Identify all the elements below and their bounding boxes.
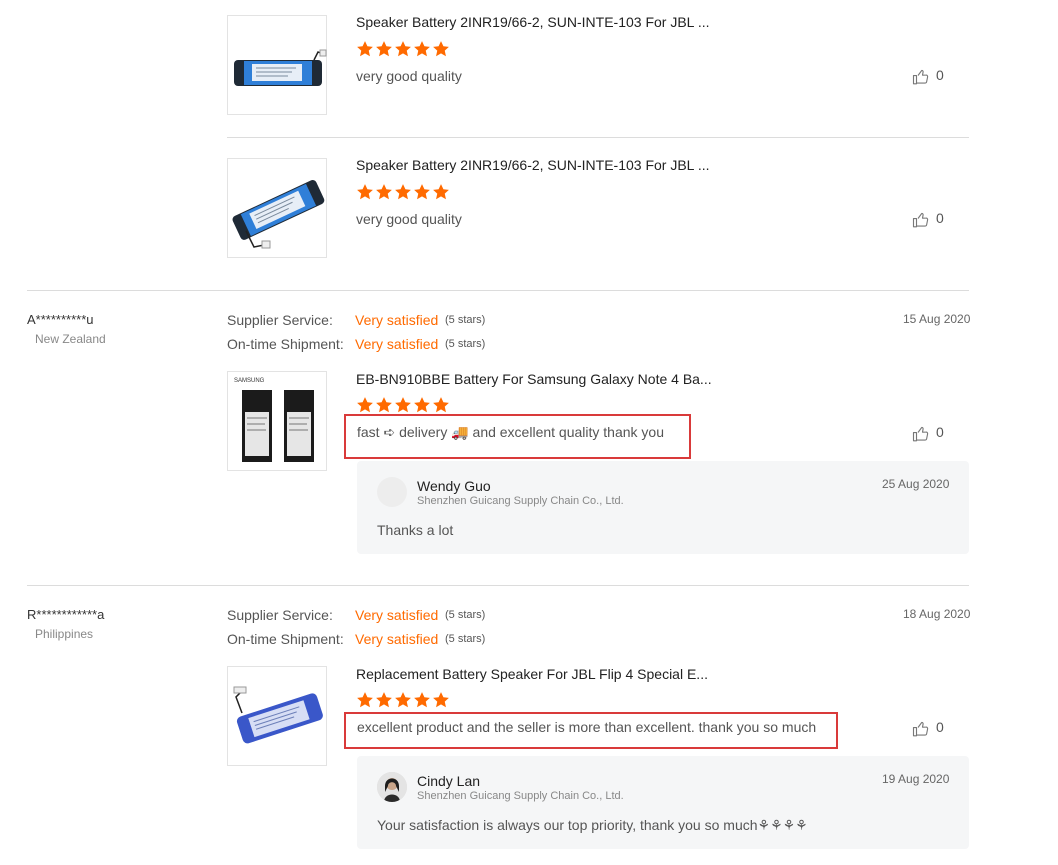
jbl-flip4-battery-image [233,686,323,744]
star-icon [356,183,374,201]
review-text: fast ➪ delivery 🚚 and excellent quality … [357,424,664,440]
star-icon [432,40,450,58]
reviewer-country: New Zealand [35,332,106,346]
reviewer-name: R************a [27,607,105,622]
product-thumbnail[interactable] [227,15,327,115]
like-button[interactable]: 0 [912,67,972,87]
star-icon [356,691,374,709]
shipment-stars: (5 stars) [445,338,486,350]
reviewer-country: Philippines [35,627,94,641]
svg-text:SAMSUNG: SAMSUNG [234,378,265,384]
reply-company: Shenzhen Guicang Supply Chain Co., Ltd. [417,495,624,507]
star-icon [356,396,374,414]
star-icon [432,691,450,709]
jbl-battery-image [234,49,327,86]
star-icon [394,396,412,414]
review-text: excellent product and the seller is more… [357,719,817,735]
product-title[interactable]: Speaker Battery 2INR19/66-2, SUN-INTE-10… [356,157,710,173]
shipment-label: On-time Shipment: [227,631,344,647]
divider [227,137,969,138]
star-icon [413,40,431,58]
samsung-battery-image: SAMSUNG [234,378,314,462]
product-thumbnail[interactable] [227,666,327,766]
reviewer-name: A**********u [27,312,94,327]
rating-stars [356,691,451,709]
star-icon [394,40,412,58]
reply-company: Shenzhen Guicang Supply Chain Co., Ltd. [417,790,624,802]
rating-stars [356,396,451,414]
product-thumbnail[interactable] [227,158,327,258]
like-button[interactable]: 0 [912,719,972,739]
like-count: 0 [936,424,944,440]
supplier-service-value: Very satisfied [355,312,439,328]
divider [27,585,969,586]
product-thumbnail[interactable]: SAMSUNG [227,371,327,471]
seller-reply: Cindy Lan Shenzhen Guicang Supply Chain … [357,756,969,849]
reply-author: Wendy Guo [417,478,491,494]
supplier-service-label: Supplier Service: [227,312,333,328]
review-text: very good quality [356,68,462,84]
thumbs-up-icon [912,426,929,442]
like-count: 0 [936,719,944,735]
review-date: 15 Aug 2020 [903,312,971,326]
seller-reply: Wendy Guo Shenzhen Guicang Supply Chain … [357,461,969,554]
supplier-service-stars: (5 stars) [445,314,486,326]
thumbs-up-icon [912,212,929,228]
jbl-battery-image [232,179,325,249]
avatar [377,772,407,802]
supplier-service-value: Very satisfied [355,607,439,623]
reply-text: Your satisfaction is always our top prio… [377,817,808,833]
shipment-value: Very satisfied [355,631,439,647]
divider [27,290,969,291]
thumbs-up-icon [912,721,929,737]
product-title[interactable]: Replacement Battery Speaker For JBL Flip… [356,666,708,682]
reply-date: 19 Aug 2020 [882,772,950,786]
product-title[interactable]: Speaker Battery 2INR19/66-2, SUN-INTE-10… [356,14,710,30]
rating-stars [356,183,451,201]
shipment-value: Very satisfied [355,336,439,352]
review-text: very good quality [356,211,462,227]
star-icon [375,396,393,414]
star-icon [432,396,450,414]
like-count: 0 [936,67,944,83]
rating-stars [356,40,451,58]
star-icon [394,691,412,709]
star-icon [375,183,393,201]
thumbs-up-icon [912,69,929,85]
review-date: 18 Aug 2020 [903,607,971,621]
like-button[interactable]: 0 [912,210,972,230]
like-count: 0 [936,210,944,226]
star-icon [413,396,431,414]
shipment-stars: (5 stars) [445,633,486,645]
reply-date: 25 Aug 2020 [882,477,950,491]
shipment-label: On-time Shipment: [227,336,344,352]
like-button[interactable]: 0 [912,424,972,444]
star-icon [394,183,412,201]
avatar [377,477,407,507]
supplier-service-stars: (5 stars) [445,609,486,621]
reply-author: Cindy Lan [417,773,481,789]
reply-text: Thanks a lot [377,522,454,538]
star-icon [432,183,450,201]
supplier-service-label: Supplier Service: [227,607,333,623]
user-avatar-icon [377,772,407,802]
star-icon [375,40,393,58]
star-icon [413,183,431,201]
star-icon [413,691,431,709]
product-title[interactable]: EB-BN910BBE Battery For Samsung Galaxy N… [356,371,712,387]
star-icon [375,691,393,709]
star-icon [356,40,374,58]
